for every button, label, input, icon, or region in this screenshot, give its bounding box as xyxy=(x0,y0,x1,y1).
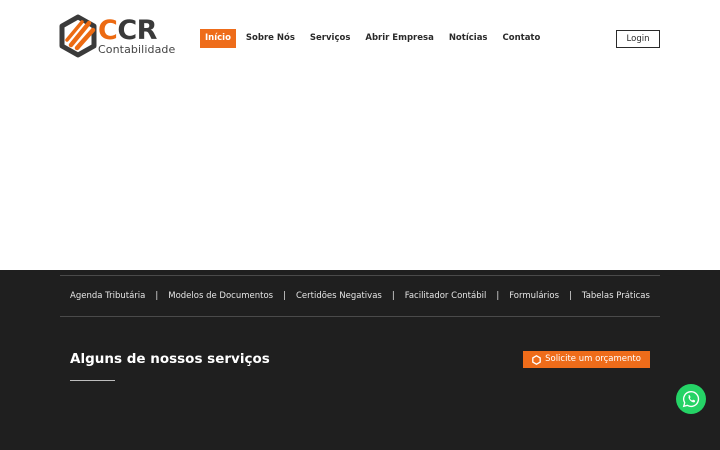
logo-text: CCR Contabilidade xyxy=(98,17,175,55)
nav-item-sobre-nos[interactable]: Sobre Nós xyxy=(241,29,300,48)
quick-link-facilitador-contabil[interactable]: Facilitador Contábil xyxy=(405,291,487,301)
quick-link-modelos-documentos[interactable]: Modelos de Documentos xyxy=(168,291,273,301)
quick-link-separator: | xyxy=(391,291,395,301)
main-nav: Início Sobre Nós Serviços Abrir Empresa … xyxy=(200,29,550,48)
login-button[interactable]: Login xyxy=(616,30,660,48)
nav-item-servicos[interactable]: Serviços xyxy=(305,29,355,48)
logo-mark-icon xyxy=(59,14,97,58)
quick-link-separator: | xyxy=(569,291,572,301)
nav-item-contato[interactable]: Contato xyxy=(498,29,546,48)
dark-section: Agenda Tributária | Modelos de Documento… xyxy=(0,270,720,450)
quick-link-certidoes-negativas[interactable]: Certidões Negativas xyxy=(296,291,382,301)
logo-ccr-text: CCR xyxy=(98,15,157,46)
logo-ccr-accent-letter: C xyxy=(98,15,118,46)
nav-item-abrir-empresa[interactable]: Abrir Empresa xyxy=(360,29,438,48)
quick-links-bar: Agenda Tributária | Modelos de Documento… xyxy=(60,275,660,317)
nav-item-inicio[interactable]: Início xyxy=(200,29,236,48)
logo[interactable]: CCR Contabilidade xyxy=(58,14,180,60)
logo-subtitle: Contabilidade xyxy=(98,43,176,56)
services-title: Alguns de nossos serviços xyxy=(70,351,270,367)
title-underline xyxy=(70,380,115,381)
quick-link-agenda-tributaria[interactable]: Agenda Tributária xyxy=(70,291,145,301)
quick-link-formularios[interactable]: Formulários xyxy=(509,291,559,301)
quick-link-separator: | xyxy=(496,291,500,301)
hexagon-icon xyxy=(532,354,541,365)
request-quote-button[interactable]: Solicite um orçamento xyxy=(523,351,650,368)
site-header: CCR Contabilidade Início Sobre Nós Servi… xyxy=(0,0,720,270)
quick-link-separator: | xyxy=(155,291,159,301)
whatsapp-icon xyxy=(682,390,700,408)
request-quote-label: Solicite um orçamento xyxy=(545,354,641,364)
quick-link-tabelas-praticas[interactable]: Tabelas Práticas xyxy=(582,291,650,301)
nav-item-noticias[interactable]: Notícias xyxy=(444,29,493,48)
whatsapp-button[interactable] xyxy=(676,384,706,414)
quick-link-separator: | xyxy=(283,291,286,301)
